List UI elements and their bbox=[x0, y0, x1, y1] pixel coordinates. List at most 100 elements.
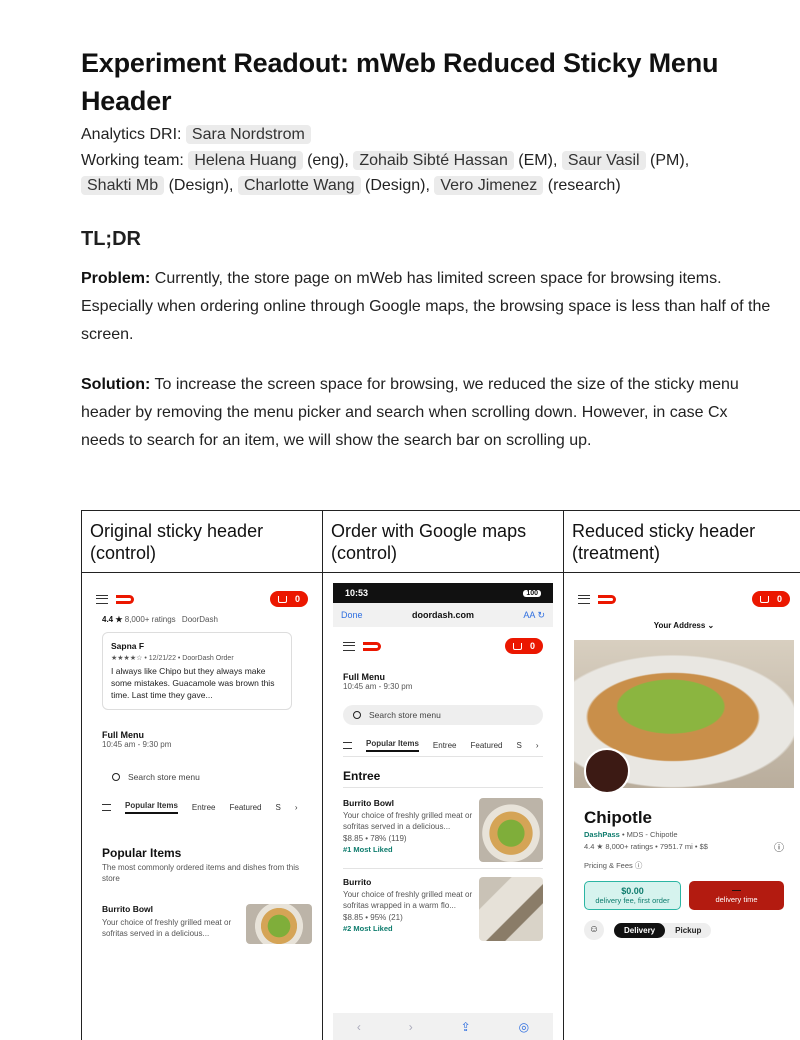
delivery-time-card[interactable]: — delivery time bbox=[689, 881, 784, 910]
item-image bbox=[479, 798, 543, 862]
rating-row: 4.4 ★ 8,000+ ratings DoorDash bbox=[92, 615, 312, 624]
pickup-option[interactable]: Pickup bbox=[665, 923, 711, 938]
screenshot-cell: 0 Your Address ⌄ Chipotle DashPass • MDS… bbox=[563, 572, 800, 1040]
share-icon[interactable]: ⇪ bbox=[461, 1020, 471, 1034]
list-item[interactable]: Burrito Bowl Your choice of freshly gril… bbox=[333, 788, 553, 868]
analytics-label: Analytics DRI: bbox=[81, 126, 182, 143]
delivery-fee-card[interactable]: $0.00 delivery fee, first order bbox=[584, 881, 681, 910]
fulfillment-toggle: Delivery Pickup bbox=[614, 922, 712, 938]
group-order-icon[interactable]: ☺ bbox=[584, 920, 604, 940]
item-price: $8.85 • 78% (119) bbox=[343, 834, 407, 843]
store-hero-image bbox=[574, 640, 794, 794]
section-title: Entree bbox=[343, 769, 381, 783]
reviewer-name: Sapna F bbox=[111, 641, 145, 651]
solution-label: Solution: bbox=[81, 375, 151, 393]
fee-row: $0.00 delivery fee, first order — delive… bbox=[584, 881, 784, 910]
table-header-cell: Order with Google maps (control) bbox=[322, 510, 564, 573]
tab-featured[interactable]: Featured bbox=[470, 741, 502, 750]
list-item[interactable]: Burrito Bowl Your choice of freshly gril… bbox=[92, 884, 312, 944]
team-line: Working team: Helena Huang (eng), Zohaib… bbox=[81, 148, 771, 199]
fulfillment-row: ☺ Delivery Pickup bbox=[584, 920, 784, 940]
done-button[interactable]: Done bbox=[341, 610, 363, 620]
item-name: Burrito Bowl bbox=[102, 904, 153, 914]
cart-button[interactable]: 0 bbox=[751, 591, 790, 607]
compass-icon[interactable]: ◎ bbox=[519, 1020, 529, 1034]
forward-icon[interactable]: › bbox=[409, 1020, 413, 1034]
person-role: (research) bbox=[547, 177, 621, 194]
tab-more[interactable]: S bbox=[276, 803, 281, 812]
list-icon[interactable] bbox=[102, 804, 111, 811]
solution-text: To increase the screen space for browsin… bbox=[81, 375, 739, 449]
item-desc: Your choice of freshly grilled meat or s… bbox=[343, 890, 473, 910]
table-row: 0 4.4 ★ 8,000+ ratings DoorDash Sapna F … bbox=[81, 572, 800, 1040]
person-chip[interactable]: Vero Jimenez bbox=[434, 176, 544, 195]
chevron-right-icon[interactable]: › bbox=[536, 741, 539, 750]
menu-picker: Popular Items Entree Featured S › bbox=[333, 735, 553, 756]
solution-paragraph: Solution: To increase the screen space f… bbox=[81, 371, 771, 455]
store-meta: • MDS - Chipotle bbox=[621, 830, 678, 839]
comparison-table: Original sticky header (control) Order w… bbox=[81, 510, 800, 1040]
doordash-label: DoorDash bbox=[181, 615, 218, 624]
time-label: delivery time bbox=[715, 895, 758, 904]
item-image bbox=[246, 904, 312, 944]
person-chip[interactable]: Zohaib Sibté Hassan bbox=[353, 150, 514, 170]
screenshot-cell: 0 4.4 ★ 8,000+ ratings DoorDash Sapna F … bbox=[81, 572, 323, 1040]
pricing-fees[interactable]: Pricing & Fees ⓘ bbox=[584, 860, 784, 871]
chevron-right-icon[interactable]: › bbox=[295, 803, 298, 812]
person-chip[interactable]: Charlotte Wang bbox=[237, 176, 361, 195]
item-tag: #1 Most Liked bbox=[343, 845, 393, 854]
rating-line: 4.4 ★ 8,000+ ratings • 7951.7 mi • $$ bbox=[584, 842, 708, 851]
phone-reduced-header: 0 Your Address ⌄ Chipotle DashPass • MDS… bbox=[574, 583, 794, 975]
text-size-button[interactable]: AA bbox=[523, 610, 535, 620]
cart-icon bbox=[277, 595, 287, 603]
sticky-header: 0 bbox=[333, 630, 553, 662]
list-icon[interactable] bbox=[343, 742, 352, 749]
info-icon[interactable]: ⓘ bbox=[774, 839, 784, 854]
item-image bbox=[479, 877, 543, 941]
fee-amount: $0.00 bbox=[621, 886, 644, 896]
browser-url-bar: Done doordash.com AA ↻ bbox=[333, 603, 553, 627]
review-card[interactable]: Sapna F ★★★★☆ • 12/21/22 • DoorDash Orde… bbox=[102, 632, 292, 710]
hamburger-icon[interactable] bbox=[578, 594, 590, 604]
tab-popular-items[interactable]: Popular Items bbox=[125, 801, 178, 814]
status-bar: 10:53 100 bbox=[333, 583, 553, 603]
address-selector[interactable]: Your Address ⌄ bbox=[574, 621, 794, 630]
person-chip[interactable]: Saur Vasil bbox=[561, 150, 646, 170]
delivery-option[interactable]: Delivery bbox=[614, 922, 666, 938]
person-chip[interactable]: Shakti Mb bbox=[81, 176, 165, 195]
tab-more[interactable]: S bbox=[517, 741, 522, 750]
search-input[interactable]: Search store menu bbox=[102, 767, 302, 787]
tab-featured[interactable]: Featured bbox=[229, 803, 261, 812]
analytics-line: Analytics DRI: Sara Nordstrom bbox=[81, 122, 771, 148]
back-icon[interactable]: ‹ bbox=[357, 1020, 361, 1034]
hamburger-icon[interactable] bbox=[343, 641, 355, 651]
search-icon bbox=[353, 711, 361, 719]
dashpass-row: DashPass • MDS - Chipotle bbox=[584, 830, 784, 839]
popular-title: Popular Items bbox=[102, 846, 182, 860]
tab-popular-items[interactable]: Popular Items bbox=[366, 739, 419, 752]
list-item[interactable]: Burrito Your choice of freshly grilled m… bbox=[333, 869, 553, 947]
doordash-logo-icon bbox=[598, 594, 616, 604]
url-actions: AA ↻ bbox=[523, 610, 545, 621]
cart-button[interactable]: 0 bbox=[504, 638, 543, 654]
reload-icon[interactable]: ↻ bbox=[537, 610, 545, 620]
full-menu-title: Full Menu bbox=[343, 672, 385, 682]
popular-section: Popular Items The most commonly ordered … bbox=[92, 818, 312, 884]
url-text[interactable]: doordash.com bbox=[412, 610, 474, 620]
review-text: I always like Chipo but they always make… bbox=[111, 666, 275, 700]
problem-label: Problem: bbox=[81, 269, 151, 287]
person-chip-analytics[interactable]: Sara Nordstrom bbox=[185, 125, 311, 144]
rating-row: 4.4 ★ 8,000+ ratings • 7951.7 mi • $$ ⓘ bbox=[584, 839, 784, 854]
fee-label: delivery fee, first order bbox=[595, 896, 670, 905]
person-chip[interactable]: Helena Huang bbox=[188, 150, 303, 170]
dashpass-badge: DashPass bbox=[584, 830, 620, 839]
hamburger-icon[interactable] bbox=[96, 594, 108, 604]
cart-button[interactable]: 0 bbox=[269, 591, 308, 607]
search-input[interactable]: Search store menu bbox=[343, 705, 543, 725]
tab-entree[interactable]: Entree bbox=[192, 803, 216, 812]
phone-original: 0 4.4 ★ 8,000+ ratings DoorDash Sapna F … bbox=[92, 583, 312, 973]
doordash-logo-icon bbox=[363, 641, 381, 651]
tab-entree[interactable]: Entree bbox=[433, 741, 457, 750]
problem-paragraph: Problem: Currently, the store page on mW… bbox=[81, 265, 771, 349]
cart-icon bbox=[512, 642, 522, 650]
